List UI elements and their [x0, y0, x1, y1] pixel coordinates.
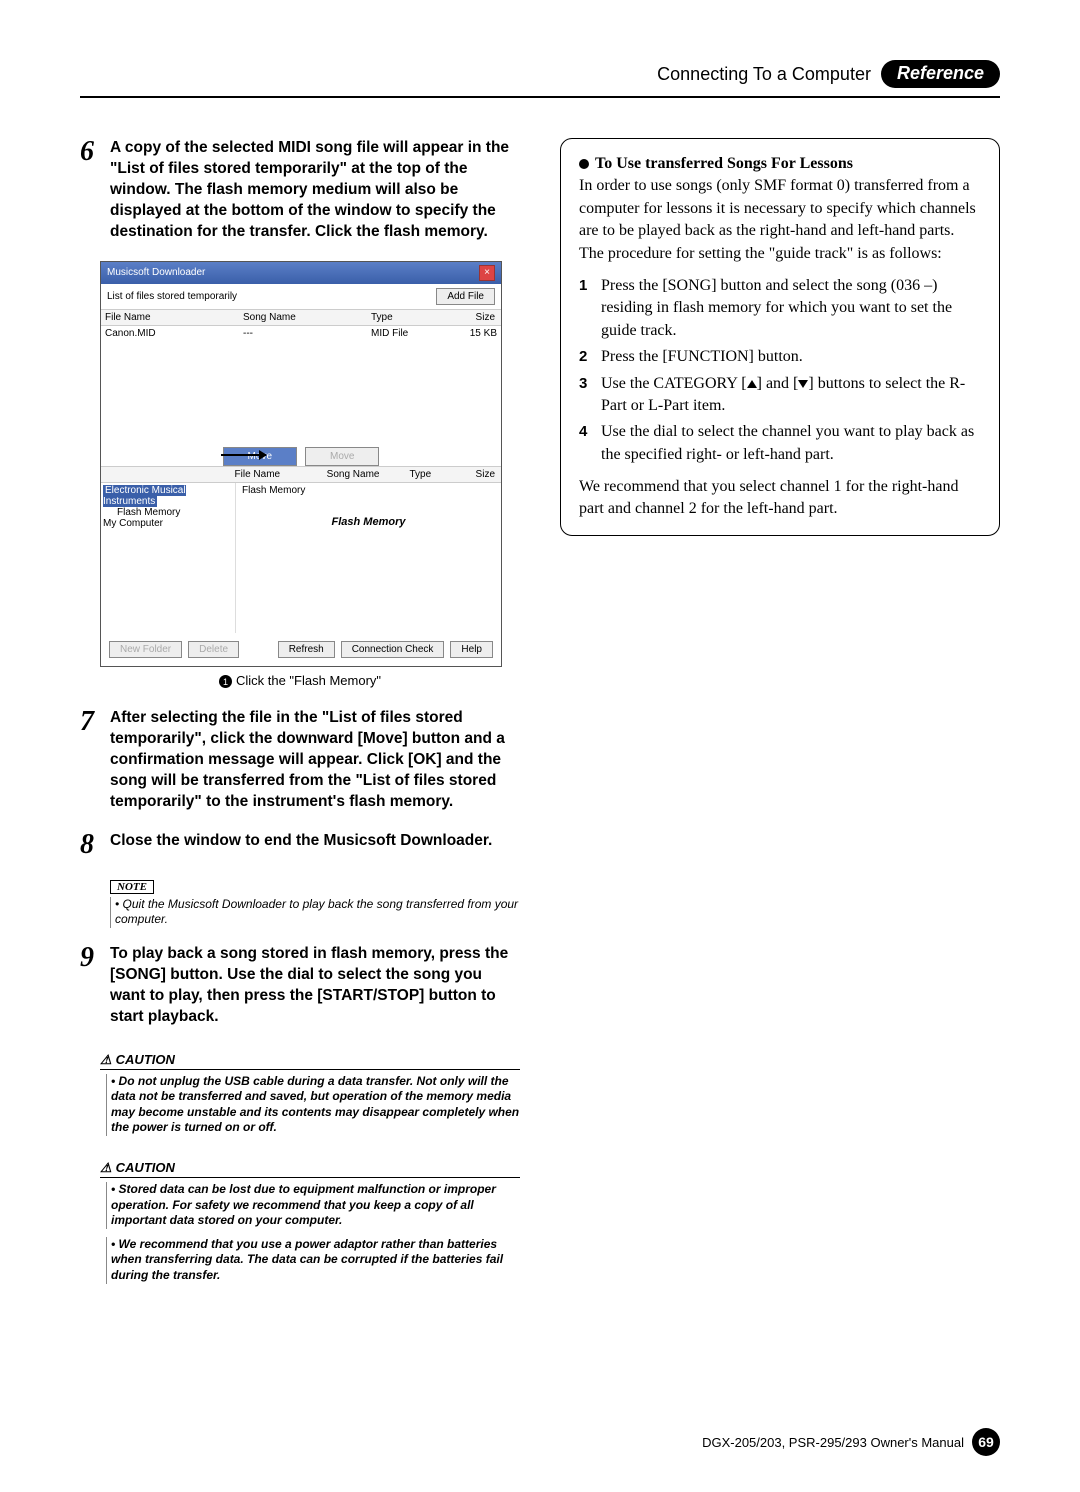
- col-size: Size: [455, 310, 501, 325]
- page-footer: DGX-205/203, PSR-295/293 Owner's Manual …: [702, 1428, 1000, 1456]
- lessons-intro: In order to use songs (only SMF format 0…: [579, 175, 981, 265]
- upper-blank: [101, 341, 501, 441]
- item-flash-memory[interactable]: Flash Memory: [242, 485, 495, 496]
- content-columns: 6 A copy of the selected MIDI song file …: [80, 138, 1000, 1284]
- lessons-heading: To Use transferred Songs For Lessons: [579, 153, 981, 175]
- window-title: Musicsoft Downloader: [107, 267, 205, 278]
- category-up-icon: [747, 380, 757, 388]
- step-7: 7 After selecting the file in the "List …: [80, 708, 520, 813]
- upper-grid-header: File Name Song Name Type Size: [101, 309, 501, 326]
- tree-area: Electronic Musical Instruments Flash Mem…: [101, 483, 501, 633]
- move-up-button[interactable]: Move: [305, 447, 379, 466]
- lessons-heading-text: To Use transferred Songs For Lessons: [595, 155, 853, 172]
- step-9: 9 To play back a song stored in flash me…: [80, 944, 520, 1028]
- tree-root[interactable]: Electronic Musical Instruments: [103, 485, 186, 507]
- caution-heading: ⚠ CAUTION: [100, 1052, 520, 1070]
- list-text: Use the dial to select the channel you w…: [601, 421, 981, 466]
- list-text: Press the [SONG] button and select the s…: [601, 275, 981, 342]
- step-text: Close the window to end the Musicsoft Do…: [110, 831, 492, 859]
- step-text: After selecting the file in the "List of…: [110, 708, 520, 813]
- header-title: Connecting To a Computer: [657, 64, 871, 85]
- step-number: 8: [80, 831, 102, 859]
- list-label: List of files stored temporarily: [107, 291, 237, 302]
- list-item: 3 Use the CATEGORY [] and [] buttons to …: [579, 373, 981, 418]
- bullet-icon: [579, 159, 589, 169]
- col-songname2: Song Name: [323, 467, 406, 482]
- list-text: Press the [FUNCTION] button.: [601, 346, 803, 368]
- note-label: NOTE: [110, 880, 154, 894]
- delete-button[interactable]: Delete: [188, 641, 239, 658]
- left-column: 6 A copy of the selected MIDI song file …: [80, 138, 520, 1284]
- caption-text: Click the "Flash Memory": [236, 673, 381, 688]
- page-number: 69: [972, 1428, 1000, 1456]
- step-8: 8 Close the window to end the Musicsoft …: [80, 831, 520, 859]
- caution-block-2: ⚠ CAUTION • Stored data can be lost due …: [100, 1160, 520, 1284]
- tree-mycomputer[interactable]: My Computer: [103, 518, 233, 529]
- step-6: 6 A copy of the selected MIDI song file …: [80, 138, 520, 243]
- caution-text: • We recommend that you use a power adap…: [106, 1237, 520, 1284]
- callout-arrow-icon: [221, 454, 266, 456]
- reference-pill: Reference: [881, 60, 1000, 88]
- new-folder-button[interactable]: New Folder: [109, 641, 182, 658]
- step-number: 7: [80, 708, 102, 813]
- help-button[interactable]: Help: [450, 641, 493, 658]
- caution-block-1: ⚠ CAUTION • Do not unplug the USB cable …: [100, 1052, 520, 1136]
- warning-icon: ⚠: [100, 1052, 112, 1068]
- bottom-button-row: New Folder Delete Refresh Connection Che…: [101, 633, 501, 666]
- list-item: 2Press the [FUNCTION] button.: [579, 346, 981, 368]
- screenshot-caption: 1 Click the "Flash Memory": [80, 673, 520, 689]
- col-songname: Song Name: [239, 310, 367, 325]
- note-text: • Quit the Musicsoft Downloader to play …: [110, 897, 520, 928]
- step-text: To play back a song stored in flash memo…: [110, 944, 520, 1028]
- lessons-steps-list: 1Press the [SONG] button and select the …: [579, 275, 981, 466]
- col-type2: Type: [405, 467, 469, 482]
- col-type: Type: [367, 310, 455, 325]
- step-number: 6: [80, 138, 102, 243]
- warning-icon: ⚠: [100, 1160, 112, 1176]
- col-filename: File Name: [101, 310, 239, 325]
- caution-label: CAUTION: [116, 1160, 175, 1175]
- page: Connecting To a Computer Reference 6 A c…: [0, 0, 1080, 1492]
- add-file-button[interactable]: Add File: [436, 288, 495, 305]
- category-down-icon: [798, 380, 808, 388]
- cell-songname: ---: [239, 326, 367, 341]
- close-icon[interactable]: ×: [479, 265, 495, 281]
- list-label-row: List of files stored temporarily Add Fil…: [101, 284, 501, 309]
- cell-type: MID File: [367, 326, 455, 341]
- lower-grid-header: File Name Song Name Type Size: [101, 466, 501, 483]
- list-item: 1Press the [SONG] button and select the …: [579, 275, 981, 342]
- device-tree[interactable]: Electronic Musical Instruments Flash Mem…: [101, 483, 236, 633]
- right-pane: Flash Memory Flash Memory: [236, 483, 501, 633]
- page-header: Connecting To a Computer Reference: [80, 60, 1000, 98]
- note-block: NOTE • Quit the Musicsoft Downloader to …: [110, 877, 520, 928]
- refresh-button[interactable]: Refresh: [278, 641, 335, 658]
- list-text: Use the CATEGORY [] and [] buttons to se…: [601, 373, 981, 418]
- table-row[interactable]: Canon.MID --- MID File 15 KB: [101, 326, 501, 341]
- connection-check-button[interactable]: Connection Check: [341, 641, 445, 658]
- caution-text: • Stored data can be lost due to equipme…: [106, 1182, 520, 1229]
- step-number: 9: [80, 944, 102, 1028]
- right-column: To Use transferred Songs For Lessons In …: [560, 138, 1000, 1284]
- cell-filename: Canon.MID: [101, 326, 239, 341]
- cell-size: 15 KB: [455, 326, 501, 341]
- col-size2: Size: [470, 467, 501, 482]
- lessons-box: To Use transferred Songs For Lessons In …: [560, 138, 1000, 536]
- footer-model: DGX-205/203, PSR-295/293 Owner's Manual: [702, 1435, 964, 1450]
- caution-text: • Do not unplug the USB cable during a d…: [106, 1074, 520, 1136]
- flash-memory-callout: Flash Memory: [242, 516, 495, 528]
- app-screenshot: Musicsoft Downloader × List of files sto…: [100, 261, 502, 667]
- col-filename2: File Name: [231, 467, 323, 482]
- caption-number-icon: 1: [219, 675, 232, 688]
- tree-flash[interactable]: Flash Memory: [103, 507, 233, 518]
- lessons-outro: We recommend that you select channel 1 f…: [579, 476, 981, 521]
- caution-heading: ⚠ CAUTION: [100, 1160, 520, 1178]
- window-titlebar: Musicsoft Downloader ×: [101, 262, 501, 284]
- list-item: 4Use the dial to select the channel you …: [579, 421, 981, 466]
- caution-label: CAUTION: [116, 1052, 175, 1067]
- step-text: A copy of the selected MIDI song file wi…: [110, 138, 520, 243]
